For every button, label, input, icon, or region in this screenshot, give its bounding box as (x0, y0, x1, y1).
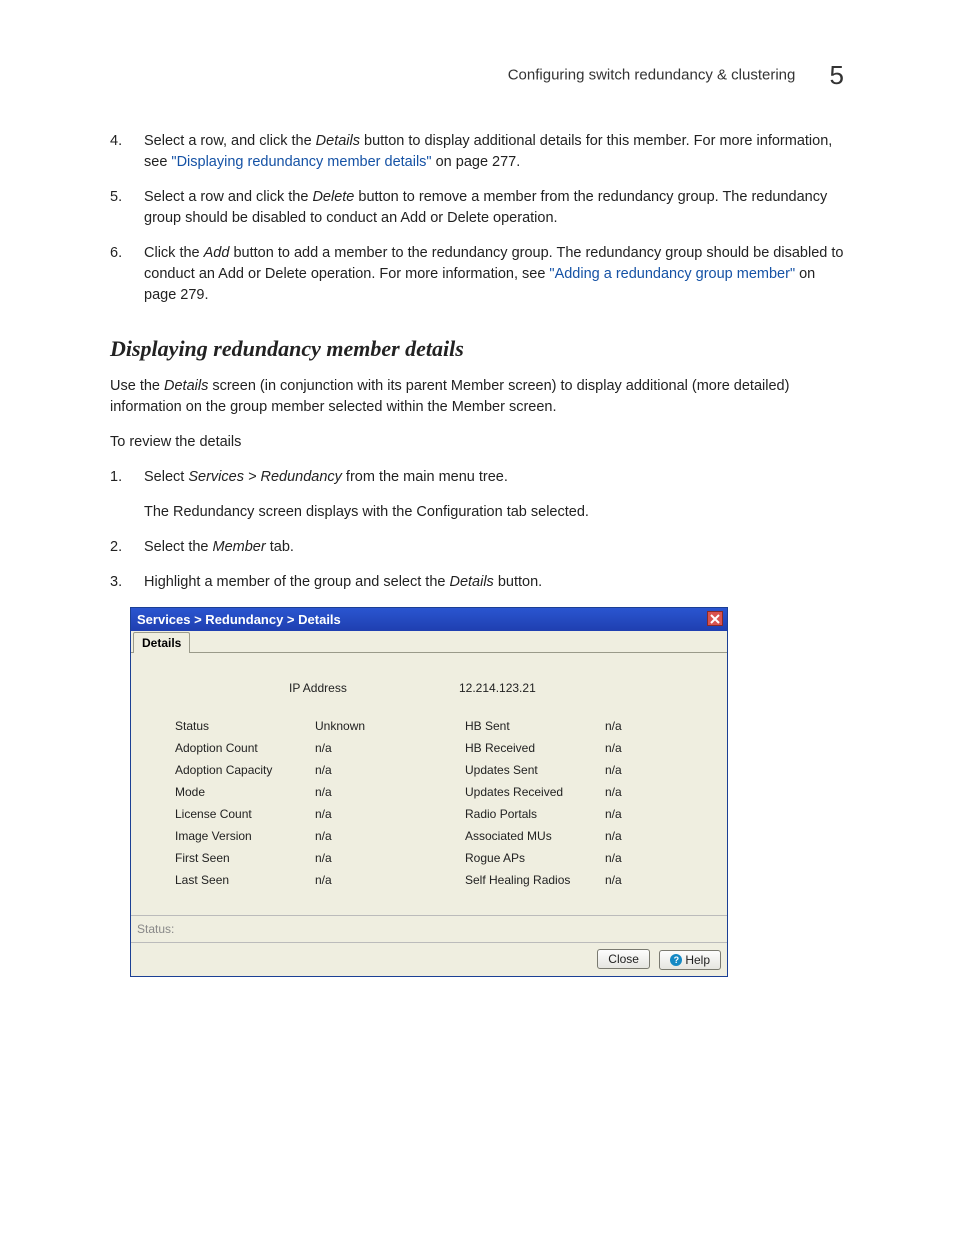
field-label: Adoption Capacity (175, 759, 315, 781)
field-label: Last Seen (175, 869, 315, 891)
tab-details[interactable]: Details (133, 632, 190, 653)
field-label: Adoption Count (175, 737, 315, 759)
review-para: To review the details (110, 432, 844, 453)
field-label: Rogue APs (465, 847, 605, 869)
field-label: HB Sent (465, 715, 605, 737)
field-value: Unknown (315, 715, 465, 737)
page-header: Configuring switch redundancy & clusteri… (110, 60, 844, 91)
close-button[interactable]: Close (597, 949, 650, 969)
field-value: n/a (605, 803, 685, 825)
left-values-col: Unknown n/a n/a n/a n/a n/a n/a n/a (315, 715, 465, 891)
ip-label: IP Address (149, 681, 459, 695)
field-value: n/a (315, 781, 465, 803)
field-value: n/a (605, 781, 685, 803)
section-heading: Displaying redundancy member details (110, 336, 844, 362)
close-icon[interactable] (707, 611, 723, 626)
step-number: 3. (110, 572, 122, 593)
field-value: n/a (315, 825, 465, 847)
intro-para: Use the Details screen (in conjunction w… (110, 376, 844, 418)
field-value: n/a (315, 869, 465, 891)
field-label: Updates Sent (465, 759, 605, 781)
field-label: License Count (175, 803, 315, 825)
step-number: 5. (110, 187, 122, 208)
dialog-title: Services > Redundancy > Details (137, 612, 341, 627)
step-b1-sub: The Redundancy screen displays with the … (144, 502, 844, 523)
field-value: n/a (605, 737, 685, 759)
help-button[interactable]: ? Help (659, 950, 721, 970)
dialog-titlebar: Services > Redundancy > Details (131, 608, 727, 631)
field-value: n/a (605, 715, 685, 737)
running-title: Configuring switch redundancy & clusteri… (508, 66, 796, 83)
step-6: 6. Click the Add button to add a member … (110, 243, 844, 306)
field-label: Status (175, 715, 315, 737)
field-value: n/a (315, 847, 465, 869)
details-dialog: Services > Redundancy > Details Details … (130, 607, 728, 977)
step-b1: 1. Select Services > Redundancy from the… (110, 467, 844, 488)
field-label: Associated MUs (465, 825, 605, 847)
step-4: 4. Select a row, and click the Details b… (110, 131, 844, 173)
detail-columns: Status Adoption Count Adoption Capacity … (149, 715, 709, 891)
step-number: 4. (110, 131, 122, 152)
step-number: 6. (110, 243, 122, 264)
field-label: Updates Received (465, 781, 605, 803)
field-label: HB Received (465, 737, 605, 759)
step-b2: 2. Select the Member tab. (110, 537, 844, 558)
link-adding-member[interactable]: "Adding a redundancy group member" (549, 266, 795, 282)
help-icon: ? (670, 954, 682, 966)
dialog-tabbar: Details (131, 631, 727, 653)
field-value: n/a (315, 803, 465, 825)
ip-row: IP Address 12.214.123.21 (149, 681, 709, 695)
status-bar: Status: (131, 915, 727, 942)
field-value: n/a (605, 759, 685, 781)
field-value: n/a (315, 737, 465, 759)
step-number: 2. (110, 537, 122, 558)
field-label: Radio Portals (465, 803, 605, 825)
page: Configuring switch redundancy & clusteri… (0, 0, 954, 1037)
field-label: First Seen (175, 847, 315, 869)
dialog-body: IP Address 12.214.123.21 Status Adoption… (131, 653, 727, 915)
field-label: Image Version (175, 825, 315, 847)
right-labels-col: HB Sent HB Received Updates Sent Updates… (465, 715, 605, 891)
field-value: n/a (605, 825, 685, 847)
link-displaying-details[interactable]: "Displaying redundancy member details" (171, 154, 431, 170)
field-label: Mode (175, 781, 315, 803)
field-value: n/a (315, 759, 465, 781)
step-5: 5. Select a row and click the Delete but… (110, 187, 844, 229)
step-b3: 3. Highlight a member of the group and s… (110, 572, 844, 593)
field-label: Self Healing Radios (465, 869, 605, 891)
left-labels-col: Status Adoption Count Adoption Capacity … (149, 715, 315, 891)
right-values-col: n/a n/a n/a n/a n/a n/a n/a n/a (605, 715, 685, 891)
step-number: 1. (110, 467, 122, 488)
field-value: n/a (605, 869, 685, 891)
field-value: n/a (605, 847, 685, 869)
chapter-number: 5 (830, 60, 844, 90)
status-label: Status: (137, 922, 174, 936)
button-bar: Close ? Help (131, 942, 727, 976)
ip-value: 12.214.123.21 (459, 681, 536, 695)
